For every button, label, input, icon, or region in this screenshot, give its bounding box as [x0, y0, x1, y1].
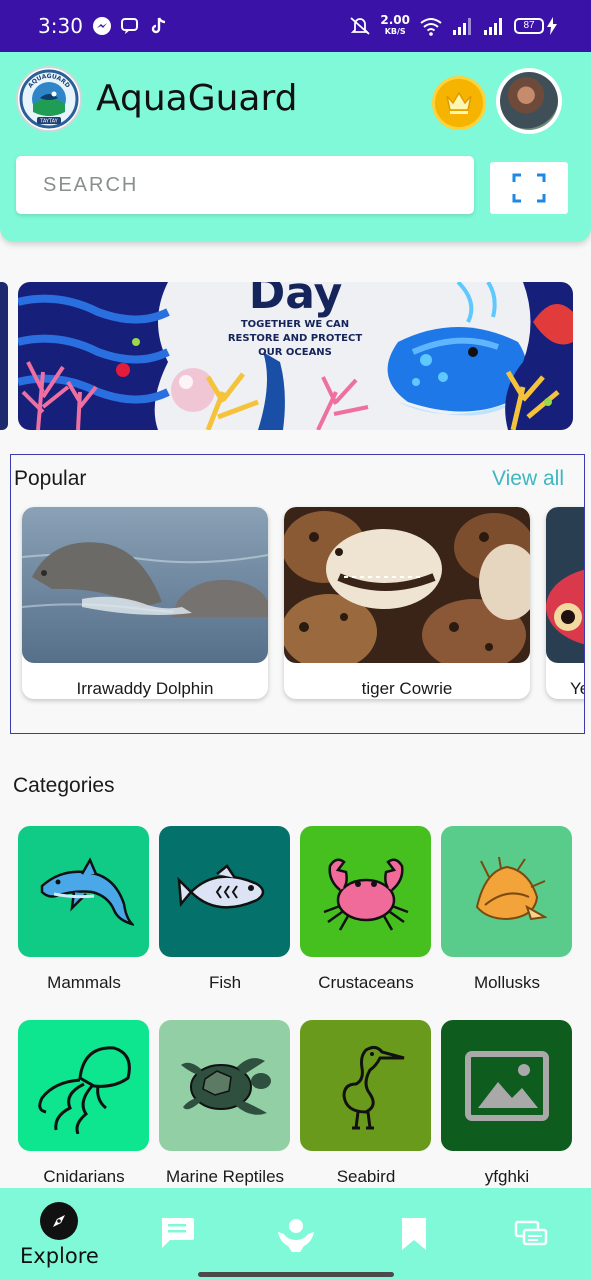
nav-explore[interactable]: Explore: [20, 1202, 99, 1268]
messenger-icon: [93, 17, 111, 35]
nav-chat[interactable]: [158, 1216, 196, 1250]
fish-photo: [546, 507, 584, 663]
battery-icon: 87: [514, 18, 544, 34]
popular-card-label: Irrawaddy Dolphin: [76, 679, 214, 698]
nav-messages[interactable]: [514, 1220, 548, 1248]
category-label: Mollusks: [473, 973, 541, 992]
image-placeholder-icon: [464, 1050, 549, 1121]
popular-card[interactable]: tiger Cowrie: [284, 507, 530, 699]
nav-donate[interactable]: [276, 1214, 316, 1254]
popular-card-label: Ye: [570, 679, 584, 698]
home-indicator[interactable]: [198, 1272, 394, 1277]
category-cnidarians[interactable]: [18, 1020, 149, 1151]
net-speed: 2.00 KB/S: [380, 13, 410, 37]
banner-card[interactable]: Day TOGETHER WE CAN RESTORE AND PROTECT …: [18, 282, 573, 430]
shell-icon: [475, 856, 547, 920]
popular-card-label: tiger Cowrie: [361, 679, 453, 698]
category-label: Marine Reptiles: [165, 1167, 285, 1186]
category-label: Cnidarians: [43, 1167, 125, 1186]
scan-button[interactable]: [490, 162, 568, 214]
category-label: Fish: [208, 973, 242, 992]
category-marine-reptiles[interactable]: [159, 1020, 290, 1151]
signal-icon: [484, 18, 502, 35]
category-yfghki[interactable]: [441, 1020, 572, 1151]
wifi-icon: [420, 18, 442, 36]
search-bar[interactable]: [16, 156, 474, 214]
popular-title: Popular: [14, 467, 87, 490]
banner-subtitle: TOGETHER WE CAN RESTORE AND PROTECT OUR …: [227, 319, 363, 358]
fish-icon: [176, 863, 264, 909]
banner-prev-peek: [0, 282, 8, 430]
turtle-icon: [180, 1057, 271, 1115]
jellyfish-icon: [37, 1045, 131, 1134]
category-crustaceans[interactable]: [300, 826, 431, 957]
dolphin-photo: [22, 507, 268, 663]
avatar[interactable]: [496, 68, 562, 134]
nav-bookmarks[interactable]: [398, 1216, 430, 1252]
category-label: yfghki: [484, 1167, 530, 1186]
category-mollusks[interactable]: [441, 826, 572, 957]
category-mammals[interactable]: [18, 826, 149, 957]
crown-coin-icon[interactable]: [432, 76, 486, 130]
net-speed-unit: KB/S: [384, 27, 406, 36]
category-label: Crustaceans: [318, 973, 414, 992]
chat-icon: [121, 18, 138, 34]
charging-icon: [547, 17, 557, 35]
view-all-link[interactable]: View all: [492, 467, 564, 491]
popular-card[interactable]: Irrawaddy Dolphin: [22, 507, 268, 699]
helping-hands-icon: [278, 1219, 314, 1252]
compass-icon: [40, 1202, 79, 1240]
tiktok-icon: [151, 17, 166, 34]
banner-title: Day: [248, 282, 343, 319]
crab-icon: [323, 858, 408, 931]
popular-section: Popular View all Irrawaddy Dolphin tiger…: [10, 454, 585, 734]
category-seabird[interactable]: [300, 1020, 431, 1151]
signal-icon: [453, 18, 471, 35]
bookmark-icon: [402, 1218, 426, 1250]
category-label: Seabird: [336, 1167, 396, 1186]
battery-indicator: 87: [514, 17, 557, 35]
nav-explore-label: Explore: [20, 1244, 99, 1268]
app-header: AQUAGUARD TAYTAY AquaGuard: [0, 52, 591, 242]
categories-title: Categories: [13, 774, 115, 797]
search-input[interactable]: [16, 156, 474, 214]
category-fish[interactable]: [159, 826, 290, 957]
status-bar: 3:30 2.00 KB/S 87: [0, 0, 591, 52]
bottom-nav: Explore: [0, 1188, 591, 1280]
messages-icon: [514, 1220, 548, 1246]
app-logo[interactable]: AQUAGUARD TAYTAY: [16, 66, 82, 132]
banner-carousel[interactable]: Day TOGETHER WE CAN RESTORE AND PROTECT …: [0, 282, 591, 432]
status-time: 3:30: [38, 14, 83, 38]
popular-card[interactable]: Ye: [546, 507, 584, 699]
cowrie-photo: [284, 507, 530, 663]
chat-bubble-icon: [162, 1218, 194, 1248]
logo-text-bottom: TAYTAY: [39, 119, 58, 125]
net-speed-value: 2.00: [380, 13, 410, 27]
app-title: AquaGuard: [96, 78, 298, 119]
category-label: Mammals: [47, 973, 121, 992]
heron-icon: [341, 1045, 404, 1129]
mute-icon: [350, 17, 370, 35]
scan-frame-icon: [512, 173, 546, 203]
dolphin-icon: [40, 856, 134, 926]
